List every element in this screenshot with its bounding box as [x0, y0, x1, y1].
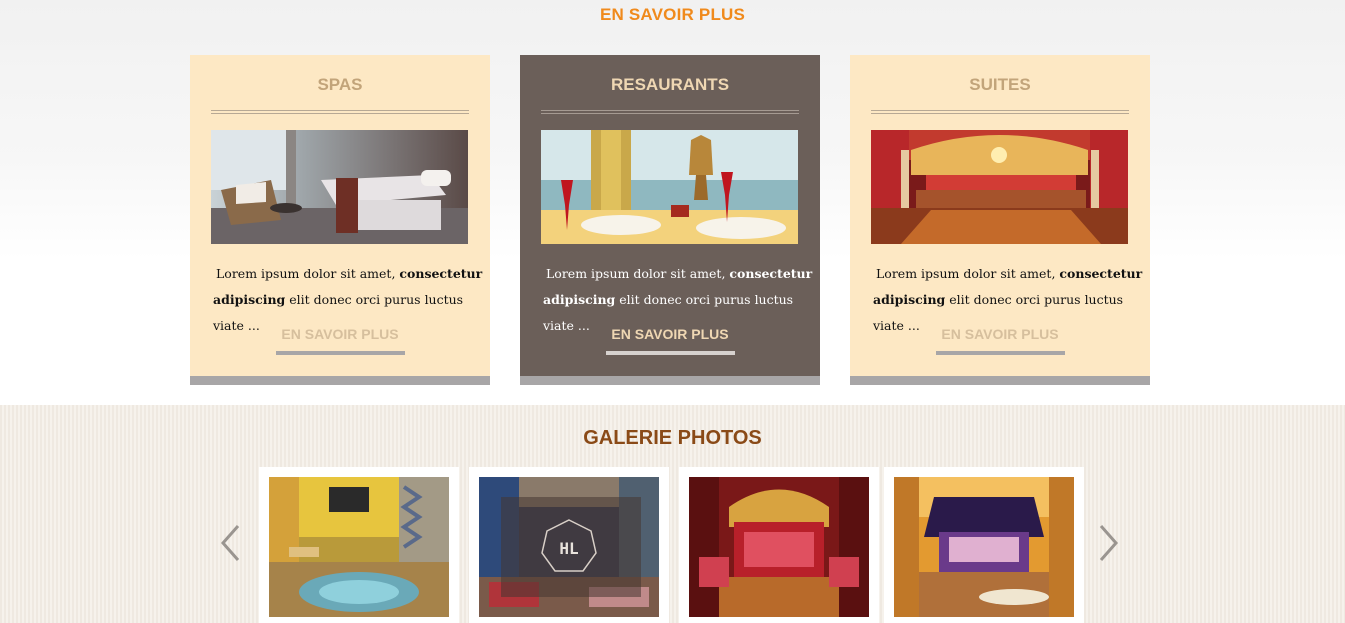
- gallery-photo-pool[interactable]: [269, 477, 449, 617]
- card-divider: [541, 110, 799, 114]
- card-divider: [211, 110, 469, 114]
- top-read-more-link[interactable]: EN SAVOIR PLUS: [0, 5, 1345, 25]
- gallery-thumb[interactable]: HL: [469, 467, 669, 623]
- restaurant-image[interactable]: [541, 130, 798, 244]
- gallery-thumb[interactable]: [884, 467, 1084, 623]
- photo-gallery-section: GALERIE PHOTOS HL: [0, 405, 1345, 623]
- gallery-thumb[interactable]: [259, 467, 459, 623]
- services-section: EN SAVOIR PLUS SPAS Lorem ipsum dolor si…: [0, 0, 1345, 405]
- card-read-more-button[interactable]: EN SAVOIR PLUS: [190, 326, 490, 342]
- card-suites: SUITES Lorem ipsum dolor sit amet, conse…: [850, 55, 1150, 385]
- card-bottom-bar: [190, 376, 490, 385]
- card-read-more-underline: [276, 351, 405, 355]
- gallery-thumb[interactable]: [679, 467, 879, 623]
- suite-image[interactable]: [871, 130, 1128, 244]
- card-read-more-underline: [606, 351, 735, 355]
- card-title: RESAURANTS: [610, 75, 730, 94]
- card-title: SPAS: [317, 75, 363, 94]
- card-read-more-button[interactable]: EN SAVOIR PLUS: [520, 326, 820, 342]
- gallery-photo-suite-red[interactable]: [689, 477, 869, 617]
- spa-image[interactable]: [211, 130, 468, 244]
- hotel-logo-icon: HL: [541, 519, 597, 572]
- card-read-more-button[interactable]: EN SAVOIR PLUS: [850, 326, 1150, 342]
- gallery-title: GALERIE PHOTOS: [583, 427, 762, 449]
- card-bottom-bar: [850, 376, 1150, 385]
- gallery-photo-lobby[interactable]: HL: [479, 477, 659, 617]
- card-bottom-bar: [520, 376, 820, 385]
- card-read-more-underline: [936, 351, 1065, 355]
- card-divider: [871, 110, 1129, 114]
- card-restaurants: RESAURANTS Lorem ipsum dolor sit amet, c…: [520, 55, 820, 385]
- svg-text:HL: HL: [559, 539, 578, 558]
- card-spas: SPAS Lorem ipsum dolor sit amet, consect…: [190, 55, 490, 385]
- gallery-prev-arrow-icon[interactable]: [218, 523, 242, 563]
- card-title: SUITES: [969, 75, 1031, 94]
- gallery-next-arrow-icon[interactable]: [1097, 523, 1121, 563]
- gallery-photo-suite-gold[interactable]: [894, 477, 1074, 617]
